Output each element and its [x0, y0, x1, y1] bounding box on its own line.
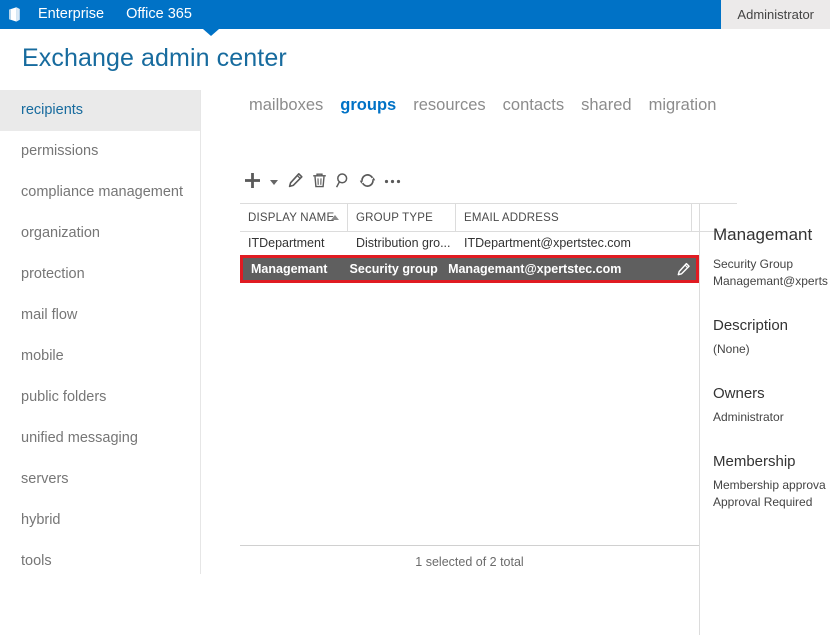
details-owners-heading: Owners	[713, 385, 830, 402]
page-title: Exchange admin center	[22, 44, 287, 73]
footer-divider	[240, 545, 699, 546]
column-header-label: GROUP TYPE	[356, 212, 433, 224]
sidebar-item-label: unified messaging	[21, 430, 138, 446]
active-suite-link-caret	[203, 29, 219, 36]
row-edit-pencil-icon[interactable]	[676, 262, 691, 277]
sidebar-item-compliance-management[interactable]: compliance management	[0, 172, 200, 213]
table-row[interactable]: ITDepartment Distribution gro... ITDepar…	[240, 232, 737, 253]
sidebar-item-permissions[interactable]: permissions	[0, 131, 200, 172]
details-email: Managemant@xperts	[713, 273, 830, 290]
sidebar-item-tools[interactable]: tools	[0, 541, 200, 582]
cell-group-type: Distribution gro...	[348, 236, 456, 250]
column-header-label: DISPLAY NAME	[248, 212, 334, 224]
sidebar-item-servers[interactable]: servers	[0, 459, 200, 500]
details-membership-approval-value: Approval Required	[713, 494, 830, 511]
refresh-icon[interactable]	[359, 172, 376, 189]
sidebar-item-label: tools	[21, 553, 52, 569]
column-header-label: EMAIL ADDRESS	[464, 212, 559, 224]
sidebar-item-recipients[interactable]: recipients	[0, 90, 200, 131]
sidebar: recipients permissions compliance manage…	[0, 90, 201, 574]
details-pane: Managemant Security Group Managemant@xpe…	[699, 203, 830, 635]
column-header-group-type[interactable]: GROUP TYPE	[348, 204, 456, 231]
plus-icon[interactable]	[244, 172, 261, 189]
details-description-heading: Description	[713, 317, 830, 334]
cell-email-address: ITDepartment@xpertstec.com	[456, 236, 692, 250]
details-membership-approval: Membership approva	[713, 477, 830, 494]
sidebar-item-label: organization	[21, 225, 100, 241]
sidebar-item-label: public folders	[21, 389, 106, 405]
sidebar-item-organization[interactable]: organization	[0, 213, 200, 254]
magnifier-icon[interactable]	[335, 172, 352, 189]
selected-row-annotation: Managemant Security group Managemant@xpe…	[240, 255, 699, 283]
sort-ascending-icon	[331, 215, 339, 220]
ellipsis-icon[interactable]	[383, 172, 402, 189]
tab-resources[interactable]: resources	[413, 96, 485, 115]
sidebar-item-label: compliance management	[21, 184, 183, 200]
selection-status: 1 selected of 2 total	[240, 555, 699, 569]
user-menu-administrator[interactable]: Administrator	[721, 0, 830, 29]
toolbar	[244, 165, 409, 195]
details-membership-heading: Membership	[713, 453, 830, 470]
tab-bar: mailboxes groups resources contacts shar…	[249, 96, 733, 115]
sidebar-item-label: servers	[21, 471, 69, 487]
table-header-row: DISPLAY NAME GROUP TYPE EMAIL ADDRESS	[240, 203, 737, 232]
sidebar-item-protection[interactable]: protection	[0, 254, 200, 295]
sidebar-item-hybrid[interactable]: hybrid	[0, 500, 200, 541]
column-header-email-address[interactable]: EMAIL ADDRESS	[456, 204, 692, 231]
table-row[interactable]: Managemant Security group Managemant@xpe…	[243, 258, 696, 280]
suite-link-office365[interactable]: Office 365	[126, 0, 192, 29]
tab-contacts[interactable]: contacts	[503, 96, 564, 115]
suite-bar: Enterprise Office 365 Administrator	[0, 0, 830, 29]
sidebar-item-label: mail flow	[21, 307, 77, 323]
sidebar-item-label: recipients	[21, 102, 83, 118]
details-group-type: Security Group	[713, 256, 830, 273]
tab-shared[interactable]: shared	[581, 96, 631, 115]
details-title: Managemant	[713, 225, 830, 245]
sidebar-item-mobile[interactable]: mobile	[0, 336, 200, 377]
sidebar-item-label: permissions	[21, 143, 98, 159]
sidebar-item-unified-messaging[interactable]: unified messaging	[0, 418, 200, 459]
details-description-value: (None)	[713, 341, 830, 358]
chevron-down-icon[interactable]	[270, 180, 278, 185]
cell-group-type: Security group	[342, 262, 441, 276]
content-area: mailboxes groups resources contacts shar…	[202, 90, 830, 574]
sidebar-item-public-folders[interactable]: public folders	[0, 377, 200, 418]
tab-mailboxes[interactable]: mailboxes	[249, 96, 323, 115]
sidebar-item-label: mobile	[21, 348, 64, 364]
groups-table: DISPLAY NAME GROUP TYPE EMAIL ADDRESS IT…	[240, 203, 737, 283]
details-owners-value: Administrator	[713, 409, 830, 426]
tab-groups[interactable]: groups	[340, 96, 396, 115]
office-logo-icon[interactable]	[0, 0, 29, 29]
trash-icon[interactable]	[311, 172, 328, 189]
sidebar-item-label: protection	[21, 266, 85, 282]
column-header-display-name[interactable]: DISPLAY NAME	[240, 204, 348, 231]
pencil-icon[interactable]	[287, 172, 304, 189]
tab-migration[interactable]: migration	[649, 96, 717, 115]
cell-display-name: ITDepartment	[240, 236, 348, 250]
sidebar-item-mail-flow[interactable]: mail flow	[0, 295, 200, 336]
cell-email-address: Managemant@xpertstec.com	[440, 262, 654, 276]
suite-link-enterprise[interactable]: Enterprise	[38, 0, 104, 29]
cell-display-name: Managemant	[243, 262, 342, 276]
sidebar-item-label: hybrid	[21, 512, 61, 528]
